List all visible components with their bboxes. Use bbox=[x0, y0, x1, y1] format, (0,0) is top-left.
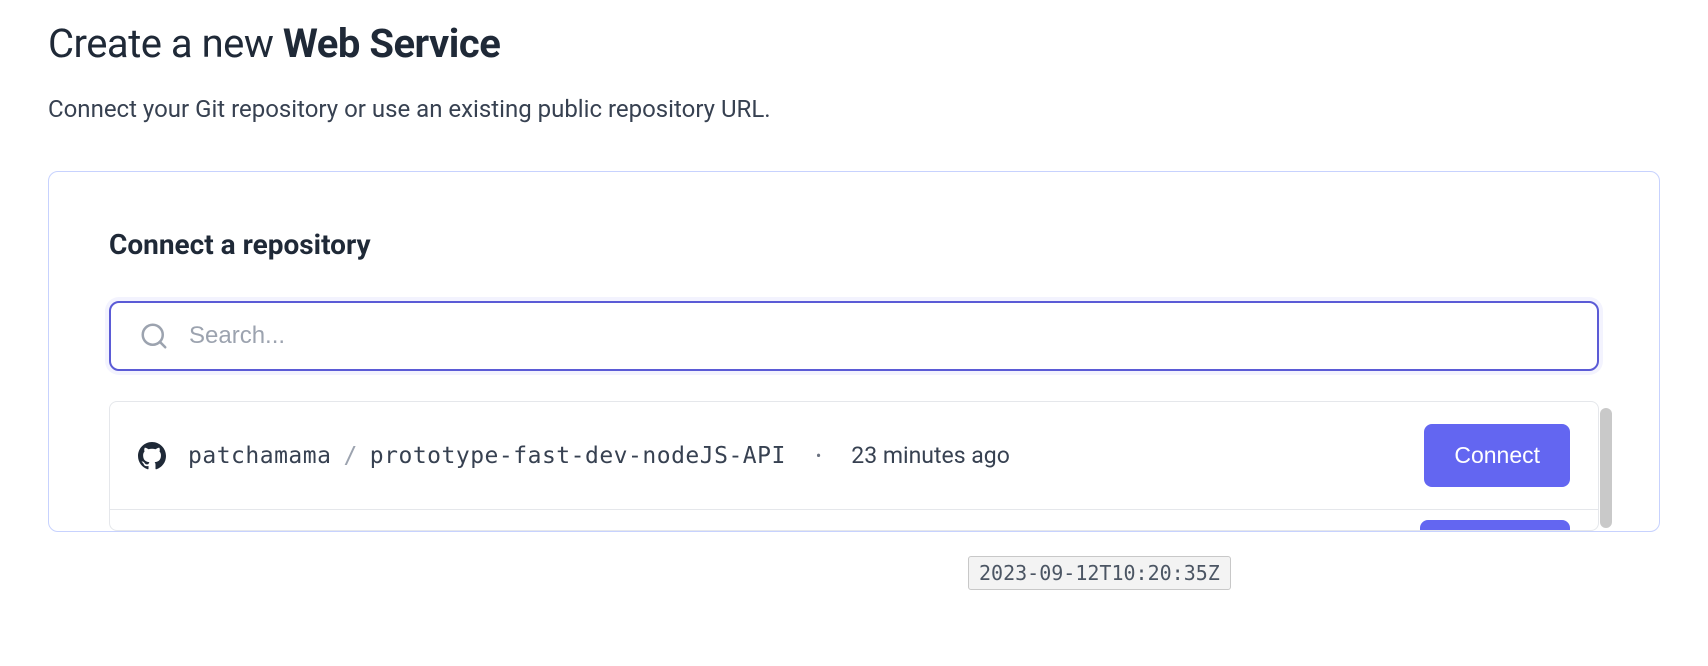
repo-path: patchamama / prototype-fast-dev-nodeJS-A… bbox=[188, 443, 786, 469]
repository-list: patchamama / prototype-fast-dev-nodeJS-A… bbox=[109, 401, 1599, 531]
repository-row-partial bbox=[110, 510, 1598, 530]
card-title: Connect a repository bbox=[109, 228, 1599, 261]
repo-time-ago: 23 minutes ago bbox=[851, 442, 1010, 469]
bullet-separator: • bbox=[816, 446, 821, 465]
timestamp-tooltip: 2023-09-12T10:20:35Z bbox=[968, 556, 1231, 590]
page-title: Create a new Web Service bbox=[48, 20, 1660, 67]
repo-owner: patchamama bbox=[188, 443, 331, 469]
scrollbar[interactable] bbox=[1600, 408, 1612, 528]
connect-button[interactable]: Connect bbox=[1424, 424, 1570, 487]
repo-separator: / bbox=[343, 443, 357, 469]
repository-row: patchamama / prototype-fast-dev-nodeJS-A… bbox=[110, 402, 1598, 510]
search-input[interactable] bbox=[189, 322, 1569, 350]
page-title-bold: Web Service bbox=[283, 20, 500, 67]
repo-name: prototype-fast-dev-nodeJS-API bbox=[370, 443, 786, 469]
connect-repository-card: Connect a repository patchamama / protot… bbox=[48, 171, 1660, 532]
search-icon bbox=[139, 321, 169, 351]
search-container[interactable] bbox=[109, 301, 1599, 371]
connect-button-partial[interactable] bbox=[1420, 520, 1570, 530]
github-icon bbox=[138, 442, 166, 470]
page-subtitle: Connect your Git repository or use an ex… bbox=[48, 95, 1660, 123]
page-title-prefix: Create a new bbox=[48, 20, 283, 67]
